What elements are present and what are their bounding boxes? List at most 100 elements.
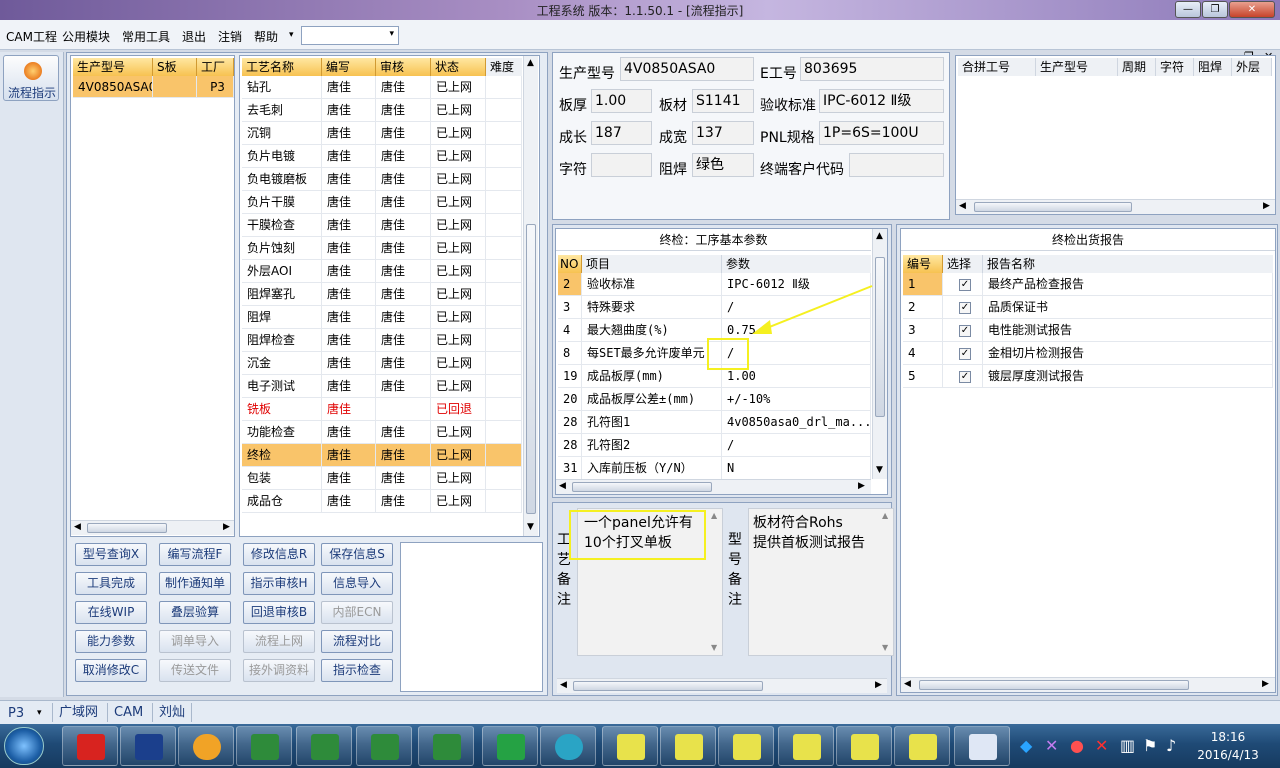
table-row-cell[interactable]: 负片蚀刻 — [242, 237, 322, 260]
table-row-cell[interactable]: 唐佳 — [376, 168, 431, 191]
action-button[interactable]: 工具完成 — [75, 572, 147, 595]
table-row-cell[interactable]: 4 — [903, 342, 943, 365]
flag-icon[interactable]: ⚑ — [1143, 736, 1157, 755]
table-row-cell[interactable]: 钻孔 — [242, 76, 322, 99]
table-row-cell[interactable]: 唐佳 — [322, 444, 376, 467]
table-row-cell[interactable]: 金相切片检测报告 — [983, 342, 1273, 365]
table-row-cell[interactable]: 唐佳 — [376, 421, 431, 444]
table-row-cell[interactable]: 干膜检查 — [242, 214, 322, 237]
table-row-cell[interactable]: 包装 — [242, 467, 322, 490]
table-row-cell[interactable]: 已回退 — [431, 398, 486, 421]
action-button[interactable]: 指示审核H — [243, 572, 315, 595]
field-length[interactable]: 187 — [591, 121, 652, 145]
table-row-cell[interactable]: 已上网 — [431, 237, 486, 260]
table-row-cell[interactable]: 每SET最多允许废单元 — [582, 342, 722, 365]
taskbar-app[interactable] — [660, 726, 716, 766]
col-header[interactable]: 状态 — [431, 58, 486, 76]
table-row-cell[interactable]: 负片电镀 — [242, 145, 322, 168]
network-icon[interactable]: ▥ — [1120, 736, 1135, 755]
table-row-cell[interactable]: 20 — [558, 388, 582, 411]
table-row-cell[interactable]: 外层AOI — [242, 260, 322, 283]
action-button[interactable]: 叠层验算 — [159, 601, 231, 624]
table-row-cell[interactable]: P3 — [197, 76, 234, 98]
table-row-cell[interactable]: 唐佳 — [376, 375, 431, 398]
table-row-cell[interactable]: 唐佳 — [376, 306, 431, 329]
checkbox-icon[interactable]: ✓ — [959, 301, 971, 314]
field-mask[interactable]: 绿色 — [692, 153, 754, 177]
table-row-cell[interactable]: 已上网 — [431, 283, 486, 306]
taskbar-app[interactable] — [894, 726, 950, 766]
volume-icon[interactable]: ♪ — [1166, 736, 1176, 755]
col-header[interactable]: 合拼工号 — [958, 58, 1036, 76]
col-header[interactable]: 编写 — [322, 58, 376, 76]
action-button[interactable]: 在线WIP — [75, 601, 147, 624]
report-checkbox[interactable]: ✓ — [943, 296, 983, 319]
table-row-cell[interactable]: 唐佳 — [322, 168, 376, 191]
table-row-cell[interactable]: 已上网 — [431, 421, 486, 444]
col-header[interactable]: 工艺名称 — [242, 58, 322, 76]
col-header[interactable]: NO — [558, 255, 582, 273]
table-row-cell[interactable]: 唐佳 — [376, 214, 431, 237]
table-row-cell[interactable]: 唐佳 — [322, 306, 376, 329]
action-button[interactable]: 内部ECN — [321, 601, 393, 624]
table-row-cell[interactable] — [486, 237, 522, 260]
table-row-cell[interactable]: 4v0850asa0_drl_ma... — [722, 411, 871, 434]
action-button[interactable]: 流程上网 — [243, 630, 315, 653]
table-row-cell[interactable]: 唐佳 — [322, 490, 376, 513]
report-checkbox[interactable]: ✓ — [943, 365, 983, 388]
table-row-cell[interactable]: 已上网 — [431, 191, 486, 214]
table-row-cell[interactable]: 成品仓 — [242, 490, 322, 513]
table-row-cell[interactable]: 阻焊检查 — [242, 329, 322, 352]
close-button[interactable]: ✕ — [1229, 1, 1275, 18]
table-row-cell[interactable]: 已上网 — [431, 145, 486, 168]
table-row-cell[interactable]: 唐佳 — [322, 237, 376, 260]
table-row-cell[interactable]: 成品板厚公差±(mm) — [582, 388, 722, 411]
table-row-cell[interactable]: 唐佳 — [322, 99, 376, 122]
table-row-cell[interactable]: 沉铜 — [242, 122, 322, 145]
table-row-cell[interactable] — [486, 421, 522, 444]
checkbox-icon[interactable]: ✓ — [959, 324, 971, 337]
col-header[interactable]: 项目 — [582, 255, 722, 273]
table-row-cell[interactable] — [486, 145, 522, 168]
start-button[interactable] — [4, 727, 44, 765]
field-pnl[interactable]: 1P=6S=100U — [819, 121, 944, 145]
table-row-cell[interactable]: 唐佳 — [322, 122, 376, 145]
table-row-cell[interactable] — [486, 99, 522, 122]
col-header[interactable]: 编号 — [903, 255, 943, 273]
model-note-field[interactable]: 板材符合Rohs 提供首板测试报告 ▲ ▼ — [748, 508, 894, 656]
table-row-cell[interactable]: 唐佳 — [376, 99, 431, 122]
taskbar-app[interactable] — [178, 726, 234, 766]
col-header[interactable]: 审核 — [376, 58, 431, 76]
field-width[interactable]: 137 — [692, 121, 754, 145]
action-button[interactable]: 回退审核B — [243, 601, 315, 624]
table-row-cell[interactable]: 入库前压板（Y/N） — [582, 457, 722, 480]
table-row-cell[interactable]: 唐佳 — [322, 467, 376, 490]
vertical-scrollbar[interactable]: ▲ ▼ — [523, 56, 538, 536]
table-row-cell[interactable] — [486, 191, 522, 214]
table-row-cell[interactable]: 最大翘曲度(%) — [582, 319, 722, 342]
table-row-cell[interactable]: 终检 — [242, 444, 322, 467]
action-button[interactable]: 信息导入 — [321, 572, 393, 595]
menu-tools[interactable]: 常用工具 — [122, 28, 170, 45]
taskbar-app[interactable] — [778, 726, 834, 766]
table-row-cell[interactable] — [486, 260, 522, 283]
table-row-cell[interactable]: 唐佳 — [322, 260, 376, 283]
tray-icon[interactable]: ● — [1070, 736, 1084, 755]
table-row-cell[interactable]: 唐佳 — [322, 375, 376, 398]
table-row-cell[interactable]: 阻焊 — [242, 306, 322, 329]
col-header[interactable]: S板 — [153, 58, 197, 76]
table-row-cell[interactable]: 已上网 — [431, 168, 486, 191]
report-checkbox[interactable]: ✓ — [943, 319, 983, 342]
action-button[interactable]: 修改信息R — [243, 543, 315, 566]
menu-cam[interactable]: CAM工程 — [6, 28, 57, 45]
table-row-cell[interactable]: 唐佳 — [322, 329, 376, 352]
table-row-cell[interactable] — [486, 490, 522, 513]
table-row-cell[interactable]: 已上网 — [431, 329, 486, 352]
table-row-cell[interactable] — [486, 398, 522, 421]
horizontal-scrollbar[interactable]: ◀ ▶ — [71, 520, 234, 535]
table-row-cell[interactable]: 已上网 — [431, 375, 486, 398]
taskbar-app[interactable] — [356, 726, 412, 766]
table-row-cell[interactable]: 19 — [558, 365, 582, 388]
table-row-cell[interactable]: N — [722, 457, 871, 480]
vertical-scrollbar[interactable]: ▲ ▼ — [872, 229, 887, 479]
